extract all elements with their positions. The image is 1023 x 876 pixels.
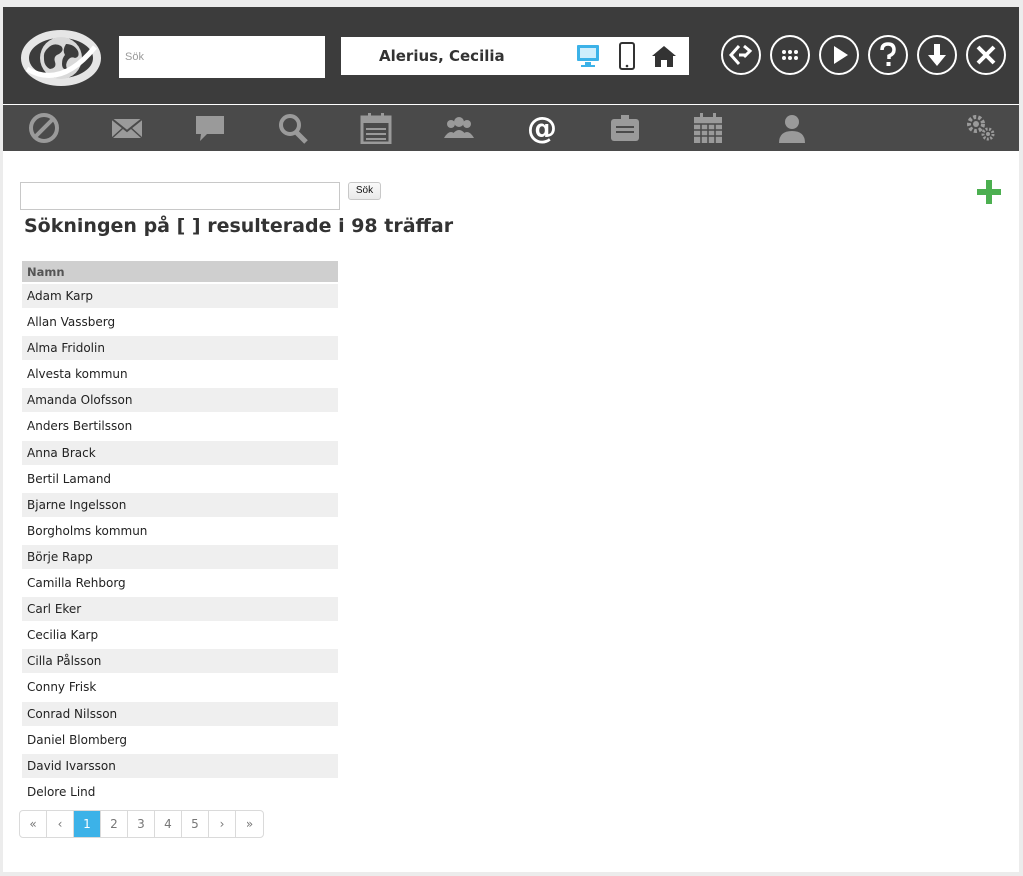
module-toolbar: @ (3, 105, 1019, 151)
group-icon[interactable] (442, 112, 476, 144)
table-row[interactable]: Anders Bertilsson (22, 414, 338, 441)
table-row[interactable]: Bjarne Ingelsson (22, 492, 338, 519)
apps-button[interactable] (770, 35, 810, 75)
table-row[interactable]: Anna Brack (22, 440, 338, 467)
settings-gears-icon[interactable] (964, 112, 998, 144)
apps-grid-icon (782, 50, 798, 60)
svg-text:@: @ (527, 112, 557, 144)
search-button[interactable]: Sök (348, 182, 381, 200)
table-row[interactable]: Bertil Lamand (22, 467, 338, 493)
play-icon (834, 46, 848, 64)
clipboard-icon[interactable] (608, 112, 642, 144)
page-button-2[interactable]: 2 (101, 811, 128, 837)
column-header-name[interactable]: Namn (22, 261, 338, 284)
user-context-box: Alerius, Cecilia (341, 37, 689, 75)
table-row[interactable]: Camilla Rehborg (22, 571, 338, 598)
chat-icon[interactable] (193, 112, 227, 144)
table-row[interactable]: Cecilia Karp (22, 623, 338, 650)
table-row[interactable]: Conrad Nilsson (22, 701, 338, 728)
result-title: Sökningen på [ ] resulterade i 98 träffa… (24, 215, 454, 237)
close-icon (976, 45, 996, 65)
page-last-button[interactable]: » (236, 811, 263, 837)
table-row[interactable]: Alma Fridolin (22, 336, 338, 363)
pagination: « ‹ 1 2 3 4 5 › » (19, 810, 264, 838)
search-icon[interactable] (276, 112, 310, 144)
page-first-button[interactable]: « (20, 811, 47, 837)
switch-icon (728, 44, 753, 65)
help-button[interactable] (868, 35, 908, 75)
page-button-1[interactable]: 1 (74, 811, 101, 837)
global-search-input[interactable] (119, 36, 325, 78)
person-icon[interactable] (775, 112, 809, 144)
table-row[interactable]: Allan Vassberg (22, 310, 338, 337)
close-button[interactable] (966, 35, 1006, 75)
search-input[interactable] (20, 182, 340, 210)
globe-logo-icon (21, 30, 101, 86)
top-header: Alerius, Cecilia (3, 7, 1019, 104)
current-user-name: Alerius, Cecilia (379, 47, 505, 65)
mail-icon[interactable] (110, 112, 144, 144)
table-row[interactable]: Delore Lind (22, 780, 338, 806)
add-icon[interactable] (975, 178, 1003, 206)
table-row[interactable]: Amanda Olofsson (22, 388, 338, 415)
table-row[interactable]: Börje Rapp (22, 544, 338, 572)
table-row[interactable]: Conny Frisk (22, 675, 338, 702)
switch-button[interactable] (721, 35, 761, 75)
page-next-button[interactable]: › (209, 811, 236, 837)
table-row[interactable]: Carl Eker (22, 597, 338, 624)
desktop-icon[interactable] (574, 42, 602, 70)
table-row[interactable]: Alvesta kommun (22, 362, 338, 389)
mobile-icon[interactable] (613, 42, 641, 70)
table-row[interactable]: Daniel Blomberg (22, 728, 338, 754)
calendar-grid-icon[interactable] (691, 112, 725, 144)
page-prev-button[interactable]: ‹ (47, 811, 74, 837)
table-row[interactable]: Adam Karp (22, 284, 338, 311)
results-table: Namn Adam Karp Allan Vassberg Alma Frido… (22, 261, 338, 806)
download-icon (928, 44, 946, 66)
table-row[interactable]: Borgholms kommun (22, 519, 338, 545)
blocked-icon[interactable] (27, 112, 61, 144)
page-button-3[interactable]: 3 (128, 811, 155, 837)
page-button-4[interactable]: 4 (155, 811, 182, 837)
home-icon[interactable] (650, 42, 678, 70)
calendar-icon[interactable] (359, 112, 393, 144)
help-icon (880, 42, 896, 66)
table-row[interactable]: David Ivarsson (22, 753, 338, 780)
at-icon[interactable]: @ (525, 112, 559, 144)
download-button[interactable] (917, 35, 957, 75)
main-content: Sök Sökningen på [ ] resulterade i 98 tr… (3, 151, 1019, 872)
play-button[interactable] (819, 35, 859, 75)
page-button-5[interactable]: 5 (182, 811, 209, 837)
table-row[interactable]: Cilla Pålsson (22, 649, 338, 676)
app-frame: Alerius, Cecilia (3, 7, 1019, 872)
